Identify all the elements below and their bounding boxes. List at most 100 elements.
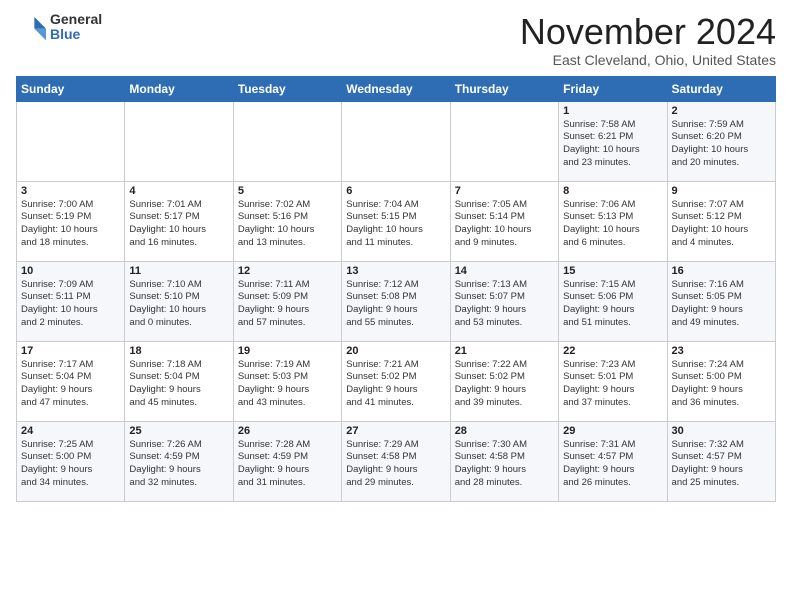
calendar-week-row: 3 Sunrise: 7:00 AMSunset: 5:19 PMDaylight… (17, 181, 776, 261)
day-info: Sunrise: 7:02 AMSunset: 5:16 PMDaylight:… (238, 199, 337, 250)
calendar-cell: 6 Sunrise: 7:04 AMSunset: 5:15 PMDaylight… (342, 181, 450, 261)
day-number: 16 (672, 265, 771, 277)
day-number: 8 (563, 185, 662, 197)
day-number: 27 (346, 425, 445, 437)
day-info: Sunrise: 7:17 AMSunset: 5:04 PMDaylight:… (21, 359, 120, 410)
day-number: 28 (455, 425, 554, 437)
col-tuesday: Tuesday (233, 76, 341, 101)
day-info: Sunrise: 7:21 AMSunset: 5:02 PMDaylight:… (346, 359, 445, 410)
calendar-cell: 4 Sunrise: 7:01 AMSunset: 5:17 PMDaylight… (125, 181, 233, 261)
logo-text: General Blue (50, 12, 102, 43)
calendar-cell: 26Sunrise: 7:28 AMSunset: 4:59 PMDayligh… (233, 421, 341, 501)
day-number: 25 (129, 425, 228, 437)
title-block: November 2024 East Cleveland, Ohio, Unit… (520, 12, 776, 68)
logo-icon (16, 12, 46, 42)
calendar-cell: 10 Sunrise: 7:09 AMSunset: 5:11 PMDayligh… (17, 261, 125, 341)
calendar-cell (233, 101, 341, 181)
day-info: Sunrise: 7:16 AMSunset: 5:05 PMDaylight:… (672, 279, 771, 330)
calendar-cell: 22Sunrise: 7:23 AMSunset: 5:01 PMDayligh… (559, 341, 667, 421)
day-info: Sunrise: 7:05 AMSunset: 5:14 PMDaylight:… (455, 199, 554, 250)
calendar-cell (17, 101, 125, 181)
calendar-cell: 25 Sunrise: 7:26 AMSunset: 4:59 PMDayligh… (125, 421, 233, 501)
day-info: Sunrise: 7:04 AMSunset: 5:15 PMDaylight:… (346, 199, 445, 250)
calendar-cell (125, 101, 233, 181)
calendar-header-row: Sunday Monday Tuesday Wednesday Thursday… (17, 76, 776, 101)
calendar-week-row: 10 Sunrise: 7:09 AMSunset: 5:11 PMDayligh… (17, 261, 776, 341)
calendar-cell (450, 101, 558, 181)
day-info: Sunrise: 7:22 AMSunset: 5:02 PMDaylight:… (455, 359, 554, 410)
logo-blue-text: Blue (50, 27, 102, 42)
calendar-cell: 8 Sunrise: 7:06 AMSunset: 5:13 PMDaylight… (559, 181, 667, 261)
day-info: Sunrise: 7:31 AMSunset: 4:57 PMDaylight:… (563, 439, 662, 490)
day-info: Sunrise: 7:15 AMSunset: 5:06 PMDaylight:… (563, 279, 662, 330)
month-title: November 2024 (520, 12, 776, 52)
day-number: 1 (563, 105, 662, 117)
col-thursday: Thursday (450, 76, 558, 101)
day-info: Sunrise: 7:23 AMSunset: 5:01 PMDaylight:… (563, 359, 662, 410)
col-sunday: Sunday (17, 76, 125, 101)
calendar-cell: 19Sunrise: 7:19 AMSunset: 5:03 PMDayligh… (233, 341, 341, 421)
calendar-cell: 13Sunrise: 7:12 AMSunset: 5:08 PMDayligh… (342, 261, 450, 341)
day-info: Sunrise: 7:25 AMSunset: 5:00 PMDaylight:… (21, 439, 120, 490)
page-wrapper: General Blue November 2024 East Clevelan… (0, 0, 792, 510)
day-info: Sunrise: 7:07 AMSunset: 5:12 PMDaylight:… (672, 199, 771, 250)
day-number: 9 (672, 185, 771, 197)
day-number: 4 (129, 185, 228, 197)
day-number: 23 (672, 345, 771, 357)
calendar-cell: 17 Sunrise: 7:17 AMSunset: 5:04 PMDayligh… (17, 341, 125, 421)
day-info: Sunrise: 7:59 AMSunset: 6:20 PMDaylight:… (672, 119, 771, 170)
day-info: Sunrise: 7:00 AMSunset: 5:19 PMDaylight:… (21, 199, 120, 250)
day-number: 18 (129, 345, 228, 357)
day-number: 15 (563, 265, 662, 277)
day-number: 7 (455, 185, 554, 197)
day-info: Sunrise: 7:28 AMSunset: 4:59 PMDaylight:… (238, 439, 337, 490)
day-info: Sunrise: 7:26 AMSunset: 4:59 PMDaylight:… (129, 439, 228, 490)
day-info: Sunrise: 7:29 AMSunset: 4:58 PMDaylight:… (346, 439, 445, 490)
day-info: Sunrise: 7:10 AMSunset: 5:10 PMDaylight:… (129, 279, 228, 330)
day-number: 29 (563, 425, 662, 437)
calendar-cell: 14Sunrise: 7:13 AMSunset: 5:07 PMDayligh… (450, 261, 558, 341)
day-info: Sunrise: 7:11 AMSunset: 5:09 PMDaylight:… (238, 279, 337, 330)
day-number: 13 (346, 265, 445, 277)
calendar-cell: 18 Sunrise: 7:18 AMSunset: 5:04 PMDayligh… (125, 341, 233, 421)
day-info: Sunrise: 7:58 AMSunset: 6:21 PMDaylight:… (563, 119, 662, 170)
day-info: Sunrise: 7:32 AMSunset: 4:57 PMDaylight:… (672, 439, 771, 490)
calendar-cell: 24Sunrise: 7:25 AMSunset: 5:00 PMDayligh… (17, 421, 125, 501)
day-number: 2 (672, 105, 771, 117)
day-number: 30 (672, 425, 771, 437)
calendar-week-row: 1 Sunrise: 7:58 AMSunset: 6:21 PMDaylight… (17, 101, 776, 181)
day-number: 21 (455, 345, 554, 357)
day-info: Sunrise: 7:18 AMSunset: 5:04 PMDaylight:… (129, 359, 228, 410)
calendar-cell: 3 Sunrise: 7:00 AMSunset: 5:19 PMDaylight… (17, 181, 125, 261)
calendar-cell: 1 Sunrise: 7:58 AMSunset: 6:21 PMDaylight… (559, 101, 667, 181)
col-friday: Friday (559, 76, 667, 101)
day-info: Sunrise: 7:30 AMSunset: 4:58 PMDaylight:… (455, 439, 554, 490)
day-info: Sunrise: 7:06 AMSunset: 5:13 PMDaylight:… (563, 199, 662, 250)
day-number: 10 (21, 265, 120, 277)
calendar-cell: 11 Sunrise: 7:10 AMSunset: 5:10 PMDayligh… (125, 261, 233, 341)
day-info: Sunrise: 7:13 AMSunset: 5:07 PMDaylight:… (455, 279, 554, 330)
calendar-cell: 16 Sunrise: 7:16 AMSunset: 5:05 PMDayligh… (667, 261, 775, 341)
day-number: 3 (21, 185, 120, 197)
day-number: 11 (129, 265, 228, 277)
day-number: 12 (238, 265, 337, 277)
col-wednesday: Wednesday (342, 76, 450, 101)
calendar-cell: 29 Sunrise: 7:31 AMSunset: 4:57 PMDayligh… (559, 421, 667, 501)
day-number: 6 (346, 185, 445, 197)
col-saturday: Saturday (667, 76, 775, 101)
day-number: 17 (21, 345, 120, 357)
calendar-cell: 20Sunrise: 7:21 AMSunset: 5:02 PMDayligh… (342, 341, 450, 421)
calendar-week-row: 24Sunrise: 7:25 AMSunset: 5:00 PMDayligh… (17, 421, 776, 501)
location: East Cleveland, Ohio, United States (520, 52, 776, 68)
day-info: Sunrise: 7:24 AMSunset: 5:00 PMDaylight:… (672, 359, 771, 410)
day-info: Sunrise: 7:09 AMSunset: 5:11 PMDaylight:… (21, 279, 120, 330)
calendar-cell: 30 Sunrise: 7:32 AMSunset: 4:57 PMDayligh… (667, 421, 775, 501)
calendar-cell: 23 Sunrise: 7:24 AMSunset: 5:00 PMDayligh… (667, 341, 775, 421)
calendar-cell: 9 Sunrise: 7:07 AMSunset: 5:12 PMDaylight… (667, 181, 775, 261)
calendar-cell: 2 Sunrise: 7:59 AMSunset: 6:20 PMDaylight… (667, 101, 775, 181)
day-info: Sunrise: 7:01 AMSunset: 5:17 PMDaylight:… (129, 199, 228, 250)
calendar-cell: 21 Sunrise: 7:22 AMSunset: 5:02 PMDayligh… (450, 341, 558, 421)
day-number: 5 (238, 185, 337, 197)
calendar-cell: 12 Sunrise: 7:11 AMSunset: 5:09 PMDayligh… (233, 261, 341, 341)
day-info: Sunrise: 7:19 AMSunset: 5:03 PMDaylight:… (238, 359, 337, 410)
